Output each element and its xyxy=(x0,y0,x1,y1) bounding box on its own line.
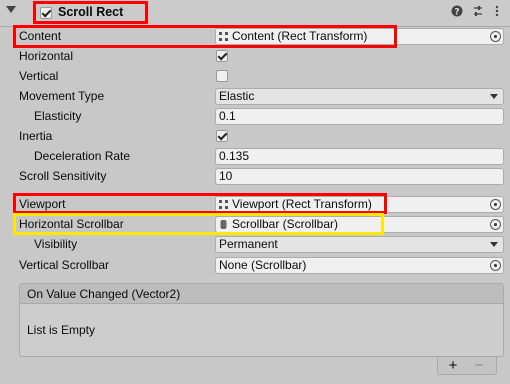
highlight-component-title xyxy=(33,1,148,24)
elasticity-input[interactable]: 0.1 xyxy=(215,108,504,125)
highlight-content-row xyxy=(13,25,397,48)
scroll-sensitivity-label: Scroll Sensitivity xyxy=(19,169,107,183)
elasticity-label: Elasticity xyxy=(34,109,82,123)
svg-text:?: ? xyxy=(454,8,459,18)
scroll-sensitivity-input[interactable]: 10 xyxy=(215,168,504,185)
object-picker-icon[interactable] xyxy=(490,219,501,230)
highlight-horizontal-scrollbar-row xyxy=(13,213,384,235)
remove-icon[interactable]: − xyxy=(469,357,489,375)
presets-icon[interactable] xyxy=(471,5,485,19)
inertia-label: Inertia xyxy=(19,129,53,143)
object-picker-icon[interactable] xyxy=(490,260,501,271)
horizontal-checkbox[interactable] xyxy=(216,50,228,62)
visibility-value: Permanent xyxy=(219,237,278,251)
elasticity-value: 0.1 xyxy=(219,109,236,123)
visibility-dropdown[interactable]: Permanent xyxy=(215,236,504,253)
inspector-panel: Scroll Rect ? Content Content (Rect Tran… xyxy=(0,0,510,384)
chevron-down-icon xyxy=(490,94,498,99)
foldout-arrow-icon[interactable] xyxy=(6,6,16,13)
movement-type-label: Movement Type xyxy=(19,89,105,103)
vertical-scrollbar-value: None (Scrollbar) xyxy=(219,258,307,272)
more-icon[interactable] xyxy=(490,5,504,19)
vertical-checkbox[interactable] xyxy=(216,70,228,82)
chevron-down-icon xyxy=(490,242,498,247)
horizontal-label: Horizontal xyxy=(19,49,74,63)
highlight-viewport-row xyxy=(13,193,387,214)
deceleration-rate-input[interactable]: 0.135 xyxy=(215,148,504,165)
visibility-label: Visibility xyxy=(34,237,78,251)
event-add-remove-bar: + − xyxy=(437,357,497,375)
scroll-sensitivity-value: 10 xyxy=(219,169,233,183)
event-empty-text: List is Empty xyxy=(27,323,96,337)
vertical-scrollbar-label: Vertical Scrollbar xyxy=(19,258,110,272)
inertia-checkbox[interactable] xyxy=(216,130,228,142)
movement-type-dropdown[interactable]: Elastic xyxy=(215,88,504,105)
vertical-label: Vertical xyxy=(19,69,59,83)
vertical-scrollbar-field[interactable]: None (Scrollbar) xyxy=(215,257,504,274)
add-icon[interactable]: + xyxy=(443,357,463,375)
object-picker-icon[interactable] xyxy=(490,31,501,42)
deceleration-rate-label: Deceleration Rate xyxy=(34,149,131,163)
event-header: On Value Changed (Vector2) xyxy=(20,284,503,304)
movement-type-value: Elastic xyxy=(219,89,255,103)
help-icon[interactable]: ? xyxy=(450,5,464,19)
object-picker-icon[interactable] xyxy=(490,199,501,210)
on-value-changed-event: On Value Changed (Vector2) List is Empty xyxy=(19,283,504,357)
deceleration-rate-value: 0.135 xyxy=(219,149,250,163)
